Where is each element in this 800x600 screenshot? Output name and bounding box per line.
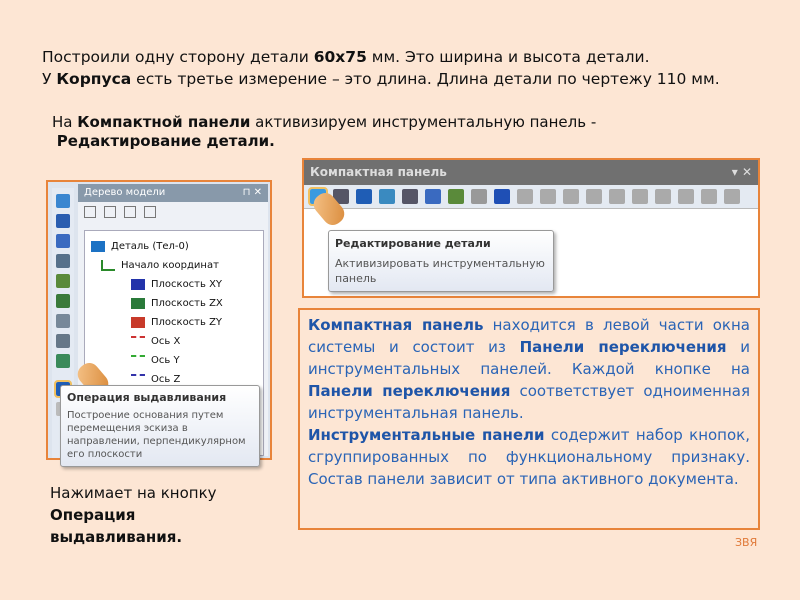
filter-icon[interactable]	[425, 189, 441, 204]
extrude-icon[interactable]	[471, 189, 487, 204]
rib-icon[interactable]	[655, 189, 671, 204]
constraint-icon[interactable]	[56, 314, 70, 328]
pin-icon[interactable]: ⊓	[243, 187, 251, 198]
cut-icon[interactable]	[724, 189, 740, 204]
intro-text: Построили одну сторону детали 60х75 мм. …	[42, 46, 762, 90]
tree-node[interactable]: Ось Y	[151, 355, 180, 366]
edit-part-tooltip: Редактирование детали Активизировать инс…	[328, 230, 554, 292]
compass-icon[interactable]	[402, 189, 418, 204]
rotate-icon[interactable]	[494, 189, 510, 204]
term: Панели переключения	[519, 338, 727, 356]
measure-icon[interactable]	[448, 189, 464, 204]
page-icon[interactable]	[124, 206, 136, 218]
tree-node[interactable]: Плоскость ZY	[151, 317, 222, 328]
compact-toolbar	[304, 185, 758, 209]
intro-text-4: есть третье измерение – это длина. Длина…	[131, 70, 720, 88]
close-icon[interactable]: ✕	[742, 165, 752, 179]
model-tree-screenshot: Дерево модели ⊓ ✕ Деталь (Тел-0) Начало к…	[46, 180, 272, 467]
filter-icon[interactable]	[56, 234, 70, 248]
axis-icon	[131, 336, 145, 347]
tree-view-icon[interactable]	[84, 206, 96, 218]
compact-panel-screenshot: Компактная панель ▾ ✕ Редактирование дета…	[302, 158, 760, 298]
sketch-icon[interactable]	[356, 189, 372, 204]
sub-text-1: На	[52, 113, 78, 131]
axis-icon	[131, 355, 145, 366]
axis-icon	[131, 374, 145, 385]
tree-node[interactable]: Деталь (Тел-0)	[111, 241, 189, 252]
hole-icon[interactable]	[563, 189, 579, 204]
dimensions: 60х75	[313, 48, 367, 66]
plane-icon	[131, 317, 145, 328]
intro-text-3: У	[42, 70, 57, 88]
dimension-icon[interactable]	[56, 254, 70, 268]
sub-text-2: активизируем инструментальную панель -	[250, 113, 597, 131]
intro-text-2: мм. Это ширина и высота детали.	[366, 48, 650, 66]
tree-node[interactable]: Плоскость XY	[151, 279, 222, 290]
body-term: Корпуса	[56, 70, 132, 88]
sketch-icon[interactable]	[56, 214, 70, 228]
plane-icon	[131, 298, 145, 309]
origin-icon	[101, 260, 115, 271]
model-tree-title: Дерево модели	[84, 187, 166, 198]
pages-icon[interactable]	[144, 206, 156, 218]
sub-target: Редактирование детали.	[56, 132, 275, 150]
description-box: Компактная панель находится в левой част…	[298, 308, 760, 530]
chamfer-icon[interactable]	[609, 189, 625, 204]
close-icon[interactable]: ✕	[254, 187, 262, 198]
edit-part-icon[interactable]	[56, 194, 70, 208]
tree-node[interactable]: Ось Z	[151, 374, 180, 385]
tree-node[interactable]: Плоскость ZX	[151, 298, 223, 309]
tooltip-text: Активизировать инструментальную панель	[335, 257, 545, 285]
note-term: Операция	[50, 506, 136, 524]
plane-icon[interactable]	[379, 189, 395, 204]
tooltip-text: Построение основания путем перемещения э…	[67, 410, 246, 460]
fillet-icon[interactable]	[632, 189, 648, 204]
dropdown-icon[interactable]: ▾	[732, 165, 738, 179]
term: Панели переключения	[308, 382, 511, 400]
note-term: выдавливания.	[50, 528, 183, 546]
mirror-icon[interactable]	[701, 189, 717, 204]
tree-node[interactable]: Ось X	[151, 336, 180, 347]
tooltip-title: Операция выдавливания	[67, 391, 227, 404]
note-text: Нажимает на кнопку	[50, 484, 217, 502]
loft-icon[interactable]	[540, 189, 556, 204]
measure-icon[interactable]	[56, 274, 70, 288]
kinematic-icon[interactable]	[517, 189, 533, 204]
term: Компактная панель	[308, 316, 484, 334]
hammer-icon[interactable]	[56, 294, 70, 308]
part-icon	[91, 241, 105, 252]
compass-icon[interactable]	[56, 334, 70, 348]
array-icon[interactable]	[678, 189, 694, 204]
tree-node[interactable]: Начало координат	[121, 260, 219, 271]
percent-icon[interactable]	[56, 354, 70, 368]
term: Инструментальные панели	[308, 426, 545, 444]
plane-icon	[131, 279, 145, 290]
list-icon[interactable]	[104, 206, 116, 218]
sub-term: Компактной панели	[77, 113, 251, 131]
slide-mark: ЗВЯ	[735, 536, 758, 549]
instruction-text: На Компактной панели активизируем инстру…	[52, 113, 612, 151]
bottom-note: Нажимает на кнопку Операция выдавливания…	[50, 482, 217, 548]
tooltip-title: Редактирование детали	[335, 237, 491, 250]
extrude-tooltip: Операция выдавливания Построение основан…	[60, 385, 260, 467]
compact-panel-title: Компактная панель	[310, 165, 447, 179]
intro-text-1: Построили одну сторону детали	[42, 48, 314, 66]
shell-icon[interactable]	[586, 189, 602, 204]
